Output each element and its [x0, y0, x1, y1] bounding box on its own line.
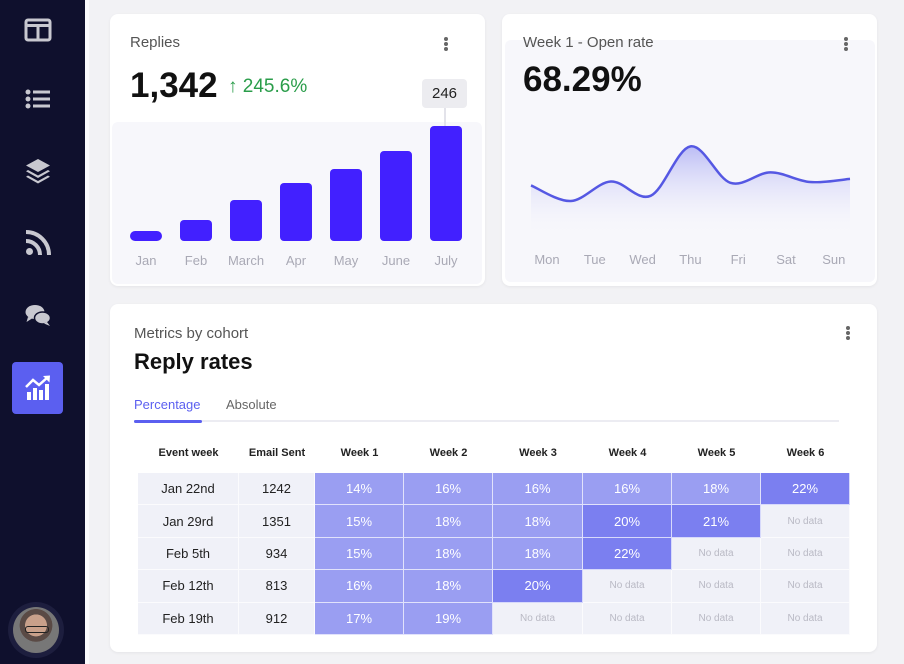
email-sent-cell: 1242	[239, 473, 315, 506]
column-header: Week 1	[340, 447, 379, 459]
rate-cell: 16%	[404, 473, 493, 506]
no-data-cell: No data	[761, 505, 850, 538]
replies-delta: ↑ 245.6%	[228, 76, 307, 98]
sidebar-item-feed[interactable]	[12, 217, 63, 269]
column-header: Week 5	[697, 447, 736, 459]
rate-cell: 15%	[315, 537, 404, 571]
layout-columns-icon	[24, 18, 51, 42]
rate-cell: 22%	[761, 473, 850, 506]
day-label: Sun	[822, 252, 846, 267]
list-icon	[25, 89, 50, 109]
delta-value: 245.6%	[242, 76, 308, 97]
replies-title: Replies	[130, 34, 181, 51]
no-data-cell: No data	[761, 602, 850, 635]
cohort-subtitle: Metrics by cohort	[134, 325, 249, 342]
open-rate-line-chart	[530, 145, 851, 240]
email-sent-cell: 813	[239, 570, 315, 603]
bar-feb[interactable]	[180, 219, 212, 241]
column-header: Week 3	[519, 447, 557, 459]
rate-cell: 18%	[404, 570, 493, 603]
rate-cell: 18%	[493, 537, 583, 571]
event-week-cell: Feb 19th	[138, 602, 239, 635]
column-header: Email Sent	[248, 447, 306, 459]
open-rate-title: Week 1 - Open rate	[523, 34, 654, 51]
sidebar	[0, 0, 85, 664]
rate-cell: 19%	[404, 602, 493, 635]
bar-label: July	[434, 253, 458, 268]
column-header: Week 2	[429, 447, 468, 459]
rate-cell: 22%	[583, 537, 672, 571]
bar-july[interactable]	[430, 126, 462, 241]
bar-apr[interactable]	[280, 182, 312, 241]
rate-cell: 16%	[315, 570, 404, 603]
rate-cell: 15%	[315, 505, 404, 538]
replies-value: 1,342	[130, 66, 218, 105]
column-header: Week 4	[608, 447, 647, 459]
rate-cell: 18%	[404, 537, 493, 571]
no-data-cell: No data	[672, 570, 761, 603]
rate-cell: 21%	[672, 505, 761, 538]
sidebar-item-dashboard[interactable]	[12, 4, 63, 56]
no-data-cell: No data	[583, 570, 672, 603]
arrow-up-icon: ↑	[228, 76, 238, 97]
no-data-cell: No data	[583, 602, 672, 635]
sidebar-item-list[interactable]	[12, 73, 63, 125]
rate-cell: 18%	[672, 473, 761, 506]
column-header: Week 6	[786, 447, 825, 459]
email-sent-cell: 934	[239, 537, 315, 571]
tab-active-indicator	[134, 420, 202, 423]
email-sent-cell: 912	[239, 602, 315, 635]
main-edge	[85, 0, 89, 664]
cohort-title: Reply rates	[134, 349, 253, 374]
rss-icon	[25, 230, 51, 256]
tab-underline	[134, 420, 839, 422]
open-rate-area	[531, 146, 850, 240]
chat-bubbles-icon	[25, 305, 51, 326]
no-data-cell: No data	[761, 537, 850, 571]
replies-menu-icon[interactable]	[441, 35, 451, 53]
event-week-cell: Jan 22nd	[138, 473, 239, 506]
user-avatar[interactable]	[8, 602, 64, 658]
tab-absolute[interactable]: Absolute	[226, 397, 277, 412]
rate-cell: 14%	[315, 473, 404, 506]
no-data-cell: No data	[672, 602, 761, 635]
rate-cell: 20%	[493, 570, 583, 603]
bar-tooltip: 246	[422, 79, 467, 108]
tab-percentage[interactable]: Percentage	[134, 397, 201, 412]
bar-june[interactable]	[380, 151, 412, 241]
sidebar-item-messages[interactable]	[12, 289, 63, 341]
chart-trend-icon	[24, 375, 50, 400]
no-data-cell: No data	[761, 570, 850, 603]
avatar-image	[13, 607, 59, 653]
bar-may[interactable]	[330, 168, 362, 241]
column-header: Event week	[158, 447, 219, 459]
layers-icon	[25, 159, 50, 184]
rate-cell: 18%	[404, 505, 493, 538]
open-rate-menu-icon[interactable]	[841, 35, 851, 53]
tooltip-connector	[444, 108, 446, 126]
event-week-cell: Feb 5th	[138, 537, 239, 571]
rate-cell: 16%	[493, 473, 583, 506]
rate-cell: 17%	[315, 602, 404, 635]
open-rate-value: 68.29%	[523, 60, 642, 99]
no-data-cell: No data	[672, 537, 761, 571]
cohort-menu-icon[interactable]	[843, 324, 853, 342]
bar-march[interactable]	[230, 200, 262, 241]
no-data-cell: No data	[493, 602, 583, 635]
sidebar-item-analytics[interactable]	[12, 362, 63, 414]
bar-jan[interactable]	[130, 230, 162, 241]
rate-cell: 20%	[583, 505, 672, 538]
event-week-cell: Jan 29rd	[138, 505, 239, 538]
sidebar-item-layers[interactable]	[12, 145, 63, 197]
rate-cell: 18%	[493, 505, 583, 538]
email-sent-cell: 1351	[239, 505, 315, 538]
rate-cell: 16%	[583, 473, 672, 506]
event-week-cell: Feb 12th	[138, 570, 239, 603]
